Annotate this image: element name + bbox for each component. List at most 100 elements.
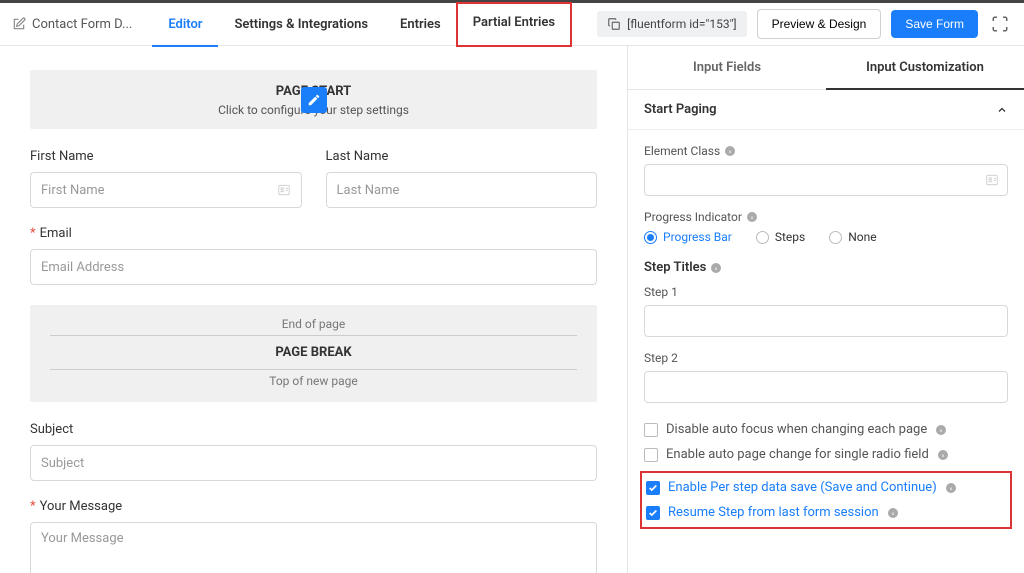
step-titles-heading: Step Titles [644, 260, 1008, 275]
tab-input-customization[interactable]: Input Customization [826, 46, 1024, 89]
radio-progress-bar[interactable]: Progress Bar [644, 230, 732, 244]
highlight-checkboxes: Enable Per step data save (Save and Cont… [640, 471, 1012, 529]
check-autopage[interactable]: Enable auto page change for single radio… [644, 442, 1008, 467]
first-name-label: First Name [30, 149, 302, 164]
step-titles-text: Step Titles [644, 260, 706, 275]
info-icon [746, 211, 758, 223]
checkbox-icon [644, 448, 658, 462]
radio-steps[interactable]: Steps [756, 230, 805, 244]
pencil-icon [12, 17, 26, 31]
email-input[interactable]: Email Address [30, 249, 597, 285]
checkbox-icon [646, 481, 660, 495]
checkbox-icon [646, 506, 660, 520]
message-label-text: Your Message [40, 499, 123, 514]
check-icon [648, 508, 658, 518]
top-toolbar: Contact Form D... Editor Settings & Inte… [0, 0, 1024, 46]
tab-settings[interactable]: Settings & Integrations [218, 3, 384, 46]
contact-icon [277, 183, 291, 197]
page-start-edit-button[interactable] [301, 87, 327, 113]
radio-none[interactable]: None [829, 230, 876, 244]
step2-input[interactable] [644, 371, 1008, 403]
page-break-block[interactable]: End of page PAGE BREAK Top of new page [30, 305, 597, 402]
topbar-left: Contact Form D... Editor Settings & Inte… [12, 3, 571, 46]
email-field: * Email Email Address [30, 226, 597, 285]
element-class-label: Element Class [644, 144, 1008, 158]
info-icon [945, 482, 957, 494]
tab-partial-entries[interactable]: Partial Entries [457, 3, 571, 46]
check-per-step-save[interactable]: Enable Per step data save (Save and Cont… [646, 475, 1006, 500]
section-title: Start Paging [644, 102, 717, 117]
save-button[interactable]: Save Form [891, 10, 978, 38]
main-tabs: Editor Settings & Integrations Entries P… [152, 3, 571, 46]
main-content: PAGE START Click to configure your step … [0, 46, 1024, 573]
form-name[interactable]: Contact Form D... [12, 17, 152, 32]
last-name-field: Last Name Last Name [326, 149, 598, 208]
form-name-text: Contact Form D... [32, 17, 132, 32]
shortcode-box[interactable]: [fluentform id="153"] [597, 11, 746, 37]
progress-radio-group: Progress Bar Steps None [644, 230, 1008, 244]
tab-input-fields[interactable]: Input Fields [628, 46, 826, 89]
name-row: First Name First Name Last Name Last Nam… [30, 149, 597, 226]
check-autofocus[interactable]: Disable auto focus when changing each pa… [644, 417, 1008, 442]
shortcode-text: [fluentform id="153"] [627, 17, 736, 31]
radio-icon [644, 231, 657, 244]
tab-entries[interactable]: Entries [384, 3, 457, 46]
section-content: Element Class Progress Indicator Progres… [628, 130, 1024, 547]
expand-icon [991, 15, 1009, 33]
required-marker: * [30, 226, 36, 241]
info-icon [724, 145, 736, 157]
progress-indicator-label: Progress Indicator [644, 210, 1008, 224]
subject-placeholder: Subject [41, 456, 84, 471]
right-sidebar: Input Fields Input Customization Start P… [628, 46, 1024, 573]
page-break-divider [50, 335, 577, 336]
step2-label: Step 2 [644, 351, 1008, 365]
first-name-input[interactable]: First Name [30, 172, 302, 208]
info-icon [937, 449, 949, 461]
radio-icon [829, 231, 842, 244]
check-resume-step[interactable]: Resume Step from last form session [646, 500, 1006, 525]
step1-input[interactable] [644, 305, 1008, 337]
subject-label: Subject [30, 422, 597, 437]
message-label: * Your Message [30, 499, 597, 514]
tab-editor[interactable]: Editor [152, 3, 218, 46]
page-break-divider [50, 369, 577, 370]
check-label: Enable Per step data save (Save and Cont… [668, 480, 937, 495]
section-start-paging[interactable]: Start Paging [628, 90, 1024, 130]
page-break-end: End of page [30, 317, 597, 331]
check-label: Resume Step from last form session [668, 505, 879, 520]
message-field: * Your Message Your Message [30, 499, 597, 573]
message-input[interactable]: Your Message [30, 522, 597, 573]
sidebar-tabs: Input Fields Input Customization [628, 46, 1024, 90]
last-name-label: Last Name [326, 149, 598, 164]
first-name-placeholder: First Name [41, 183, 105, 198]
email-label-text: Email [40, 226, 72, 241]
page-break-top: Top of new page [30, 374, 597, 388]
radio-label: Progress Bar [663, 230, 732, 244]
subject-field: Subject Subject [30, 422, 597, 481]
sidebar-body: Start Paging Element Class Progress Indi… [628, 90, 1024, 573]
subject-input[interactable]: Subject [30, 445, 597, 481]
info-icon [887, 507, 899, 519]
page-break-title: PAGE BREAK [30, 340, 597, 365]
checkbox-icon [644, 423, 658, 437]
chevron-up-icon [996, 104, 1008, 116]
fullscreen-button[interactable] [988, 12, 1012, 36]
form-canvas: PAGE START Click to configure your step … [0, 46, 628, 573]
message-placeholder: Your Message [41, 531, 124, 546]
element-class-input[interactable] [644, 164, 1008, 196]
page-start-block[interactable]: PAGE START Click to configure your step … [30, 70, 597, 129]
preview-button[interactable]: Preview & Design [757, 9, 882, 39]
element-class-text: Element Class [644, 144, 720, 158]
info-icon [710, 262, 722, 274]
required-marker: * [30, 499, 36, 514]
info-icon [935, 424, 947, 436]
email-label: * Email [30, 226, 597, 241]
radio-label: None [848, 230, 876, 244]
check-label: Disable auto focus when changing each pa… [666, 422, 927, 437]
last-name-input[interactable]: Last Name [326, 172, 598, 208]
radio-icon [756, 231, 769, 244]
pencil-icon [307, 93, 321, 107]
check-icon [648, 483, 658, 493]
progress-indicator-text: Progress Indicator [644, 210, 742, 224]
email-placeholder: Email Address [41, 260, 124, 275]
